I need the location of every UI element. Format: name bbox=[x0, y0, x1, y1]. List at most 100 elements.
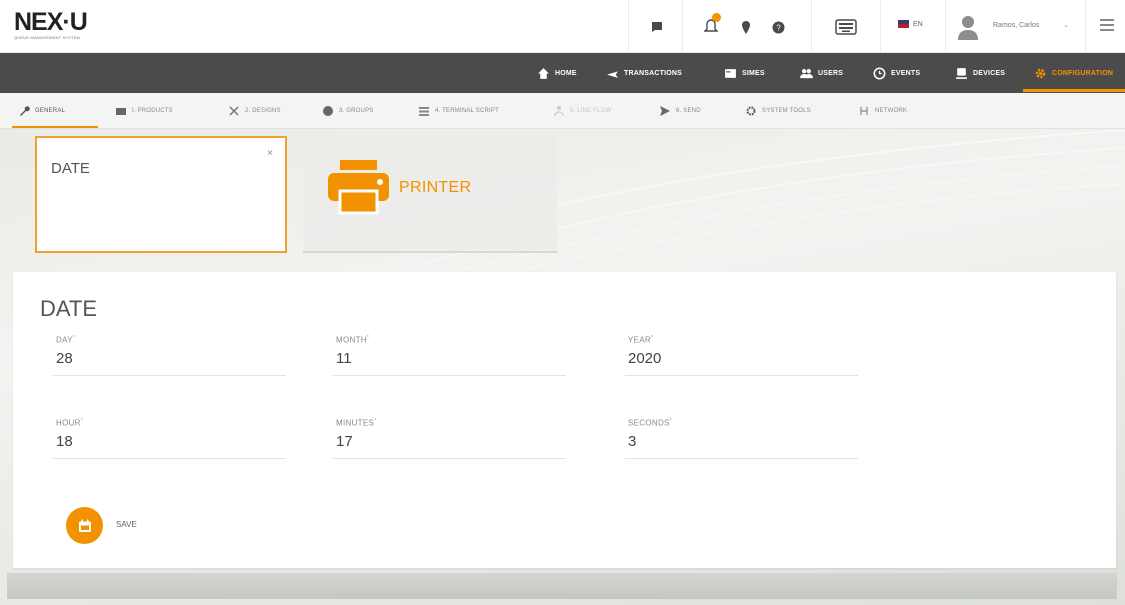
subtab-groups[interactable]: 3. GROUPS bbox=[322, 104, 373, 118]
subtab-label: NETWORK bbox=[875, 108, 908, 114]
nav-label: CONFIGURATION bbox=[1052, 69, 1114, 77]
user-avatar[interactable] bbox=[957, 14, 979, 40]
us-flag-icon bbox=[898, 20, 909, 28]
language-selector[interactable]: EN bbox=[898, 20, 923, 28]
config-subtabs: GENERAL I. PRODUCTS 2. DESIGNS 3. GROUPS… bbox=[0, 93, 1125, 129]
app-logo[interactable]: NEX·U QUEUE MANAGEMENT SYSTEM bbox=[14, 9, 134, 47]
card-icon bbox=[725, 68, 736, 78]
menu-icon[interactable] bbox=[1100, 19, 1114, 31]
year-input[interactable]: 2020 bbox=[628, 350, 661, 367]
network-icon bbox=[860, 107, 868, 115]
active-subtab-indicator bbox=[12, 126, 98, 128]
nav-configuration[interactable]: CONFIGURATION bbox=[1034, 65, 1113, 81]
chat-icon[interactable] bbox=[646, 16, 668, 38]
printer-icon bbox=[328, 160, 389, 215]
save-label[interactable]: SAVE bbox=[116, 520, 137, 529]
nav-events[interactable]: EVENTS bbox=[873, 65, 920, 81]
field-label: MINUTES* bbox=[336, 418, 377, 428]
header-divider bbox=[945, 0, 946, 52]
flow-icon bbox=[554, 106, 564, 117]
groups-icon bbox=[323, 106, 333, 116]
subtab-line-flow[interactable]: 5. LINE FLOW bbox=[553, 104, 611, 118]
field-label: HOUR* bbox=[56, 418, 84, 428]
subtab-label: 3. GROUPS bbox=[339, 108, 374, 114]
header-divider bbox=[682, 0, 683, 52]
clock-icon bbox=[873, 67, 886, 79]
save-button[interactable] bbox=[66, 507, 103, 544]
nav-devices[interactable]: DEVICES bbox=[955, 65, 1005, 81]
month-field[interactable]: MONTH* 11 bbox=[333, 335, 566, 379]
subtab-products[interactable]: I. PRODUCTS bbox=[115, 104, 173, 118]
tools-icon bbox=[746, 106, 756, 116]
subtab-designs[interactable]: 2. DESIGNS bbox=[228, 104, 281, 118]
nav-simes[interactable]: SIMES bbox=[724, 65, 765, 81]
active-nav-indicator bbox=[1023, 89, 1125, 92]
header-divider bbox=[1085, 0, 1086, 52]
subtab-terminal-script[interactable]: 4. TERMINAL SCRIPT bbox=[418, 104, 499, 118]
plane-icon bbox=[607, 70, 618, 78]
subtab-send[interactable]: 6. SEND bbox=[659, 104, 701, 118]
home-icon bbox=[538, 67, 549, 79]
month-input[interactable]: 11 bbox=[336, 350, 352, 367]
printer-label: PRINTER bbox=[399, 179, 472, 196]
subtab-label: I. PRODUCTS bbox=[132, 108, 173, 114]
nav-home[interactable]: HOME bbox=[537, 65, 577, 81]
main-nav: HOME TRANSACTIONS SIMES USERS EVENTS DEV… bbox=[0, 53, 1125, 93]
calendar-icon bbox=[78, 519, 91, 532]
nav-transactions[interactable]: TRANSACTIONS bbox=[606, 65, 682, 81]
field-label: SECONDS* bbox=[628, 418, 672, 428]
date-card[interactable]: DATE × bbox=[35, 136, 287, 253]
help-icon[interactable]: ? bbox=[767, 16, 789, 38]
logo-text: NEX·U bbox=[14, 8, 88, 36]
seconds-input[interactable]: 3 bbox=[628, 433, 636, 450]
header-divider bbox=[811, 0, 812, 52]
notification-icon[interactable] bbox=[700, 13, 722, 38]
user-name[interactable]: Ramos, Carlos bbox=[993, 22, 1039, 29]
subtab-general[interactable]: GENERAL bbox=[18, 104, 65, 118]
logo-subtitle: QUEUE MANAGEMENT SYSTEM bbox=[14, 35, 81, 40]
field-underline bbox=[333, 375, 566, 376]
wrench-icon bbox=[20, 106, 30, 116]
close-icon[interactable]: × bbox=[267, 148, 273, 159]
nav-users[interactable]: USERS bbox=[800, 65, 843, 81]
location-pin-icon[interactable] bbox=[735, 16, 757, 38]
field-underline bbox=[333, 458, 566, 459]
send-icon bbox=[660, 106, 670, 116]
day-field[interactable]: DAY* 28 bbox=[53, 335, 286, 379]
device-icon bbox=[956, 67, 967, 79]
date-card-title: DATE bbox=[51, 160, 90, 177]
header-divider bbox=[880, 0, 881, 52]
gear-icon bbox=[1035, 68, 1046, 78]
subtab-system-tools[interactable]: SYSTEM TOOLS bbox=[745, 104, 811, 118]
subtab-network[interactable]: NETWORK bbox=[858, 104, 907, 118]
list-icon bbox=[419, 107, 429, 116]
nav-label: DEVICES bbox=[973, 69, 1006, 77]
notification-badge bbox=[712, 13, 721, 22]
seconds-field[interactable]: SECONDS* 3 bbox=[625, 418, 858, 462]
hour-input[interactable]: 18 bbox=[56, 433, 73, 450]
year-field[interactable]: YEAR* 2020 bbox=[625, 335, 858, 379]
nav-label: USERS bbox=[818, 69, 844, 77]
top-header: NEX·U QUEUE MANAGEMENT SYSTEM ? EN Ramos… bbox=[0, 0, 1125, 53]
day-input[interactable]: 28 bbox=[56, 350, 73, 367]
field-label: MONTH* bbox=[336, 335, 370, 345]
minutes-input[interactable]: 17 bbox=[336, 433, 353, 450]
date-form-panel: DATE DAY* 28 MONTH* 11 YEAR* 2020 HOUR* … bbox=[13, 272, 1116, 568]
keyboard-icon[interactable] bbox=[832, 16, 860, 38]
chevron-down-icon[interactable]: ⌄ bbox=[1063, 21, 1069, 29]
users-icon bbox=[800, 68, 813, 78]
subtab-label: 4. TERMINAL SCRIPT bbox=[435, 108, 499, 114]
language-label: EN bbox=[913, 20, 923, 28]
subtab-label: 5. LINE FLOW bbox=[570, 108, 612, 114]
hour-field[interactable]: HOUR* 18 bbox=[53, 418, 286, 462]
subtab-label: 6. SEND bbox=[676, 108, 701, 114]
designs-icon bbox=[229, 106, 239, 116]
subtab-label: 2. DESIGNS bbox=[245, 108, 281, 114]
field-underline bbox=[53, 458, 286, 459]
nav-label: SIMES bbox=[742, 69, 765, 77]
printer-card[interactable]: PRINTER bbox=[303, 136, 557, 253]
field-label: YEAR* bbox=[628, 335, 654, 345]
svg-text:?: ? bbox=[776, 23, 781, 32]
minutes-field[interactable]: MINUTES* 17 bbox=[333, 418, 566, 462]
form-title: DATE bbox=[40, 296, 98, 321]
